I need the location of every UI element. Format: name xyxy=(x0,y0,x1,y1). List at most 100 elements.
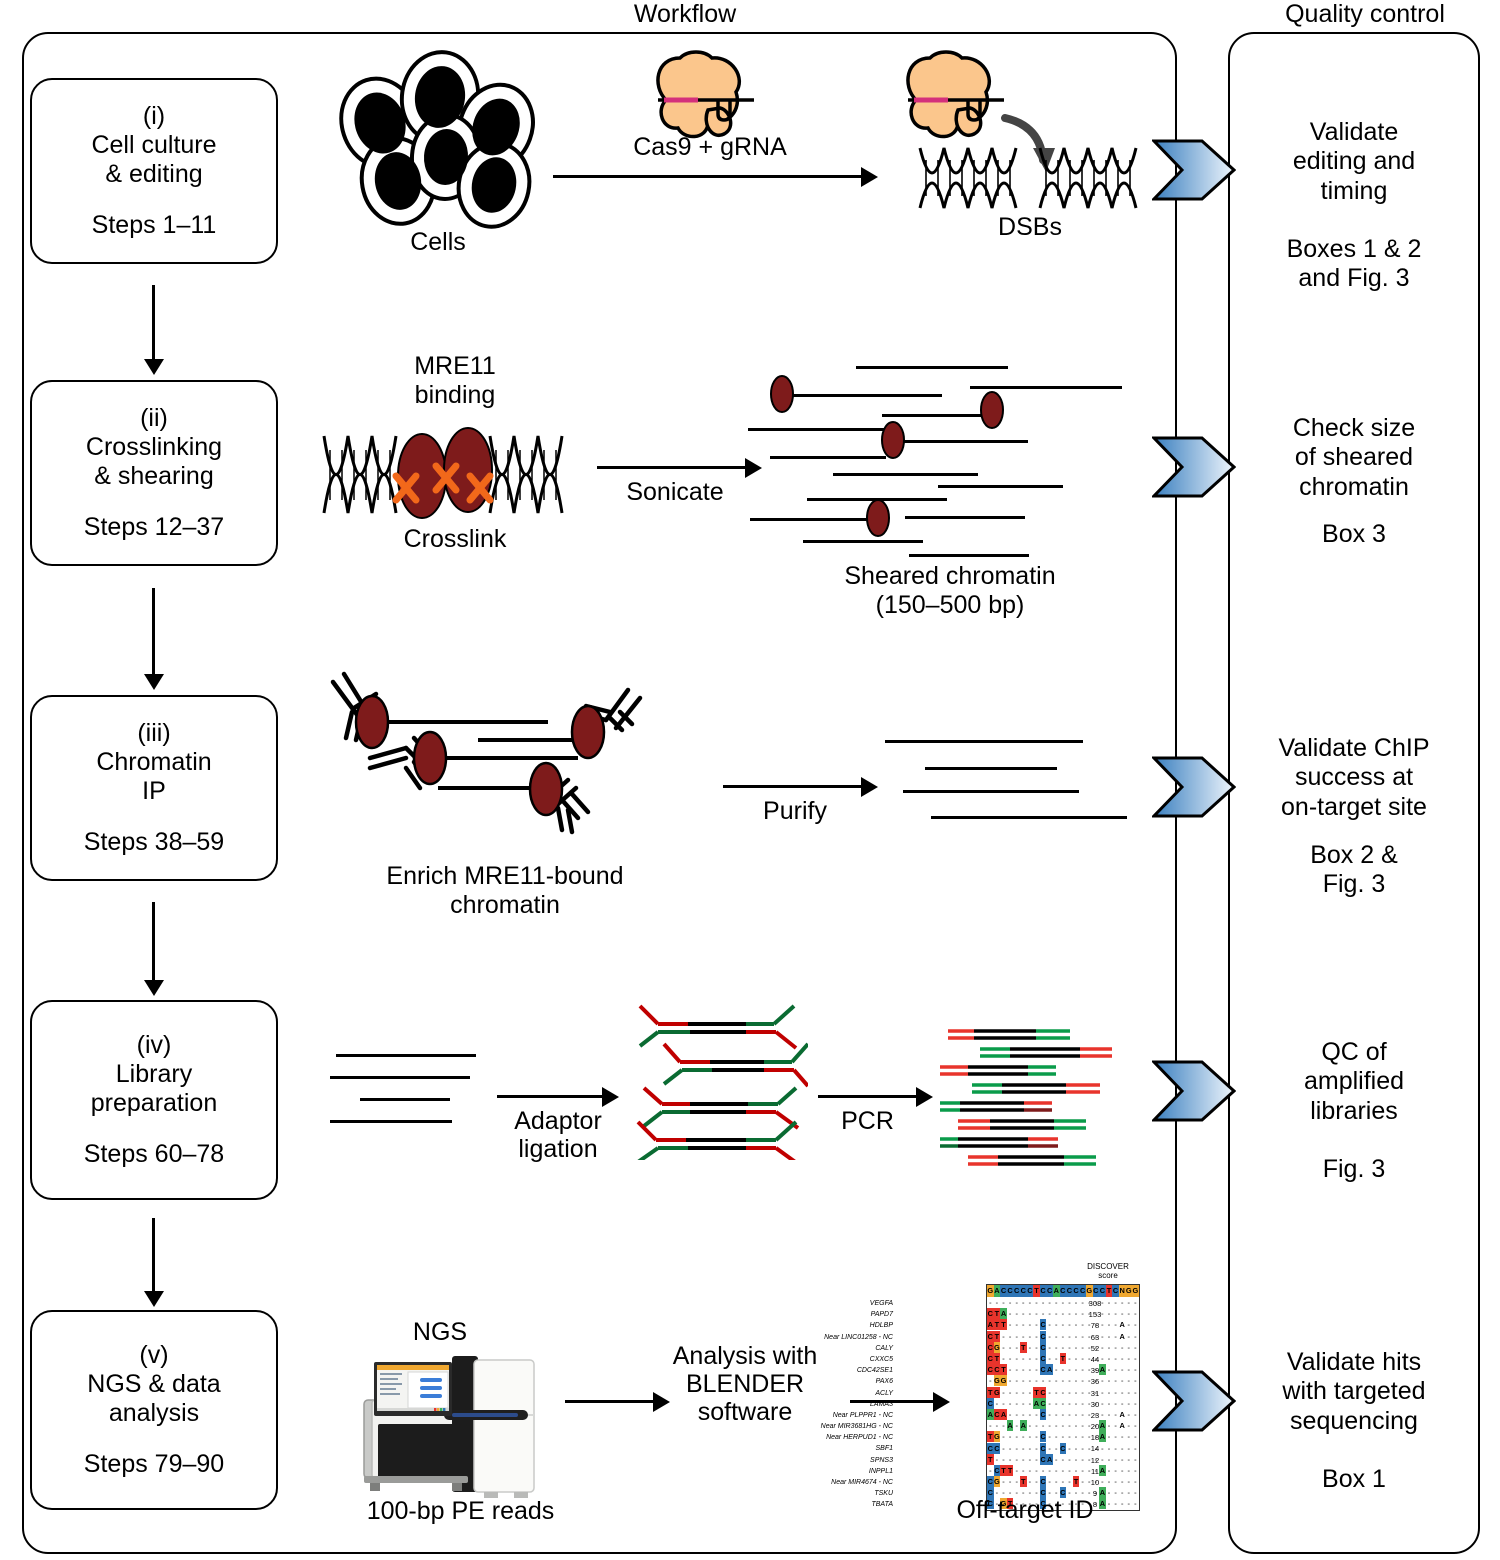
heatmap-cell: - xyxy=(1052,1408,1060,1420)
heatmap-cell: - xyxy=(1046,1464,1053,1476)
heatmap-cell: C xyxy=(1039,1353,1047,1365)
heatmap-cell: T xyxy=(1019,1476,1027,1488)
stage-steps: Steps 38–59 xyxy=(83,828,225,857)
stage-box-library-prep[interactable]: (iv) Library preparation Steps 60–78 xyxy=(30,1000,278,1200)
qc-text-3: Validate ChIP success at on-target site xyxy=(1278,734,1430,821)
heatmap-cell: C xyxy=(987,1330,994,1342)
heatmap-cell: G xyxy=(993,1431,1001,1443)
stage-box-ngs-analysis[interactable]: (v) NGS & data analysis Steps 79–90 xyxy=(30,1310,278,1510)
heatmap-row-label: Near PLPPR1 - NC xyxy=(832,1411,893,1419)
heatmap-cell: - xyxy=(1046,1397,1053,1409)
heatmap-reference-row: GACCCCCTCCACCCCGCCTCNGG xyxy=(987,1285,1139,1297)
heatmap-cell: - xyxy=(1066,1408,1073,1420)
cells-caption: Cells xyxy=(410,228,466,256)
stage-box-crosslinking[interactable]: (ii) Crosslinking & shearing Steps 12–37 xyxy=(30,380,278,566)
heatmap-reference-base: A xyxy=(1052,1285,1060,1297)
stage-box-cell-culture[interactable]: (i) Cell culture & editing Steps 1–11 xyxy=(30,78,278,264)
heatmap-cell: C xyxy=(987,1353,994,1365)
heatmap-cell: - xyxy=(1019,1375,1027,1387)
qc-ref-1: Boxes 1 & 2 and Fig. 3 xyxy=(1286,235,1422,293)
pe-reads-caption: 100-bp PE reads xyxy=(366,1497,555,1525)
heatmap-cell: A xyxy=(987,1319,994,1331)
qc-chevron-4 xyxy=(1152,1060,1236,1122)
heatmap-cell: - xyxy=(1033,1364,1040,1376)
heatmap-cell: - xyxy=(1132,1464,1139,1476)
heatmap-cell: G xyxy=(993,1375,1001,1387)
ngs-sequencer-icon xyxy=(363,1356,535,1498)
heatmap-cell: T xyxy=(987,1453,994,1465)
heatmap-row: -CTT-------------A----- xyxy=(987,1464,1139,1476)
heatmap-cell: - xyxy=(1039,1464,1047,1476)
heatmap-cell: - xyxy=(1125,1464,1133,1476)
heatmap-cell: - xyxy=(1019,1308,1027,1320)
heatmap-row: CC------C--C----------- xyxy=(987,1442,1139,1454)
adaptor-ligation-label: Adaptor ligation xyxy=(514,1107,602,1163)
heatmap-cell: G xyxy=(993,1341,1001,1353)
stage-box-chromatin-ip[interactable]: (iii) Chromatin IP Steps 38–59 xyxy=(30,695,278,881)
heatmap-cell: C xyxy=(1039,1341,1047,1353)
heatmap-reference-base: C xyxy=(1099,1285,1106,1297)
mre11-binding-label: MRE11 binding xyxy=(414,352,496,409)
heatmap-cell: - xyxy=(1059,1297,1067,1309)
heatmap-cell: - xyxy=(1006,1330,1014,1342)
heatmap-cell: - xyxy=(1033,1453,1040,1465)
heatmap-cell: - xyxy=(1052,1353,1060,1365)
heatmap-row-score: 18 xyxy=(1090,1433,1100,1443)
heatmap-reference-base: C xyxy=(1072,1285,1080,1297)
heatmap-cell: - xyxy=(1006,1442,1014,1454)
heatmap-cell: - xyxy=(1066,1386,1073,1398)
heatmap-cell: T xyxy=(1000,1319,1007,1331)
heatmap-cell: - xyxy=(1052,1364,1060,1376)
heatmap-cell: - xyxy=(1026,1319,1034,1331)
heatmap-cell: - xyxy=(1026,1375,1034,1387)
qc-text-2: Check size of sheared chromatin xyxy=(1292,414,1416,501)
heatmap-cell: - xyxy=(1013,1386,1020,1398)
heatmap-cell: - xyxy=(1112,1431,1119,1443)
heatmap-cell: - xyxy=(987,1297,994,1309)
heatmap-cell: - xyxy=(1066,1453,1073,1465)
heatmap-cell: - xyxy=(1006,1341,1014,1353)
heatmap-cell: - xyxy=(1066,1341,1073,1353)
heatmap-cell: - xyxy=(1046,1308,1053,1320)
heatmap-cell: - xyxy=(1112,1408,1119,1420)
stage-roman-numeral: (iv) xyxy=(136,1030,172,1059)
heatmap-row-label: PAPD7 xyxy=(870,1311,893,1319)
heatmap-cell: - xyxy=(1026,1364,1034,1376)
heatmap-cell: C xyxy=(987,1397,994,1409)
heatmap-cell: - xyxy=(1006,1476,1014,1488)
heatmap-cell: - xyxy=(1059,1386,1067,1398)
stage-steps: Steps 12–37 xyxy=(83,513,225,542)
heatmap-cell: - xyxy=(1118,1386,1126,1398)
heatmap-cell: - xyxy=(1066,1464,1073,1476)
heatmap-cell: - xyxy=(993,1397,1001,1409)
heatmap-row-score: 31 xyxy=(1090,1388,1100,1398)
heatmap-cell: C xyxy=(987,1442,994,1454)
flow-arrow-2-to-3 xyxy=(143,588,164,690)
heatmap-cell: - xyxy=(1066,1364,1073,1376)
heatmap-cell: - xyxy=(987,1420,994,1432)
heatmap-row-score: 78 xyxy=(1090,1321,1100,1331)
heatmap-cell: - xyxy=(1118,1297,1126,1309)
heatmap-cell: - xyxy=(1132,1308,1139,1320)
heatmap-row: ---A-A-----------A--A-- xyxy=(987,1420,1139,1432)
heatmap-cell: - xyxy=(1026,1353,1034,1365)
heatmap-cell: - xyxy=(1006,1431,1014,1443)
heatmap-cell: - xyxy=(1013,1431,1020,1443)
heatmap-cell: - xyxy=(1019,1364,1027,1376)
heatmap-cell: - xyxy=(1125,1397,1133,1409)
heatmap-cell: - xyxy=(1019,1442,1027,1454)
stage-title: Library preparation xyxy=(90,1059,218,1117)
heatmap-cell: - xyxy=(1118,1308,1126,1320)
heatmap-row: T-------CA------------- xyxy=(987,1453,1139,1465)
stage-steps: Steps 1–11 xyxy=(91,211,217,240)
heatmap-cell: - xyxy=(1000,1420,1007,1432)
stage-steps: Steps 79–90 xyxy=(83,1450,225,1479)
pcr-arrow xyxy=(818,1086,933,1107)
heatmap-cell: - xyxy=(1059,1420,1067,1432)
heatmap-row: ----------------------- xyxy=(987,1297,1139,1309)
heatmap-cell: - xyxy=(1013,1330,1020,1342)
heatmap-cell: - xyxy=(1052,1453,1060,1465)
heatmap-cell: C xyxy=(993,1408,1001,1420)
heatmap-cell: - xyxy=(1059,1431,1067,1443)
cells-illustration xyxy=(339,50,535,229)
